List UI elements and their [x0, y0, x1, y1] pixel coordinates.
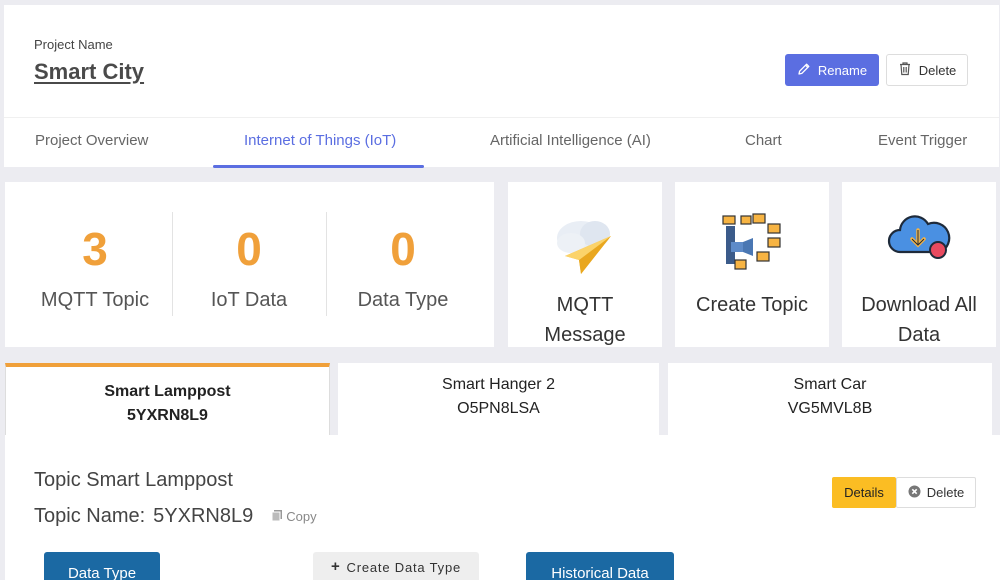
device-tab-smart-lamppost[interactable]: Smart Lamppost 5YXRN8L9 [5, 363, 330, 435]
topic-name-value: 5YXRN8L9 [153, 505, 254, 527]
topic-title: Topic Smart Lamppost [34, 469, 233, 491]
rename-button[interactable]: Rename [785, 54, 879, 86]
create-topic-label: Create Topic [696, 294, 808, 316]
stat-label: IoT Data [210, 289, 288, 311]
mqtt-message-card[interactable]: MQTT Message [508, 182, 662, 347]
project-header: Project Name Smart City Rename Delete Pr… [4, 5, 999, 168]
stat-value: 3 [82, 223, 108, 275]
close-circle-icon [908, 485, 921, 501]
stat-label: MQTT Topic [40, 289, 150, 311]
header-divider [4, 117, 999, 118]
topic-network-icon [721, 212, 783, 279]
mqtt-message-label: MQTT Message [544, 294, 626, 346]
delete-project-button[interactable]: Delete [886, 54, 968, 86]
tab-iot[interactable]: Internet of Things (IoT) [244, 132, 396, 149]
tab-chart[interactable]: Chart [745, 132, 782, 149]
rename-button-label: Rename [817, 62, 868, 78]
cloud-download-icon [886, 212, 952, 265]
delete-topic-label: Delete [926, 485, 965, 500]
delete-topic-button[interactable]: Delete [896, 477, 976, 508]
device-code: VG5MVL8B [787, 400, 873, 417]
copy-icon [271, 509, 283, 525]
device-name: Smart Lamppost [104, 383, 231, 400]
stat-label: Data Type [357, 289, 449, 311]
create-topic-card[interactable]: Create Topic [675, 182, 829, 347]
plus-icon: + [330, 558, 341, 575]
create-data-type-label: Create Data Type [346, 560, 461, 575]
topic-name-row: Topic Name: 5YXRN8L9 Copy [34, 505, 317, 528]
device-name: Smart Car [793, 376, 867, 393]
stat-mqtt-topic: 3 MQTT Topic [15, 182, 175, 347]
data-type-button[interactable]: Data Type [44, 552, 160, 580]
stat-value: 0 [236, 223, 262, 275]
project-name[interactable]: Smart City [34, 59, 144, 85]
stat-iot-data: 0 IoT Data [169, 182, 329, 347]
copy-button[interactable]: Copy [271, 509, 317, 525]
stat-data-type: 0 Data Type [323, 182, 483, 347]
topic-panel: Topic Smart Lamppost Topic Name: 5YXRN8L… [5, 435, 1000, 580]
device-code: O5PN8LSA [457, 400, 540, 417]
device-tab-smart-car[interactable]: Smart Car VG5MVL8B [668, 363, 992, 435]
project-name-label: Project Name [34, 37, 113, 52]
tab-project-overview[interactable]: Project Overview [35, 132, 148, 149]
delete-button-label: Delete [918, 62, 957, 78]
paper-plane-cloud-icon [551, 212, 619, 283]
tab-event-trigger[interactable]: Event Trigger [878, 132, 967, 149]
download-all-data-card[interactable]: Download All Data [842, 182, 996, 347]
create-data-type-button[interactable]: + Create Data Type [313, 552, 479, 580]
tab-ai[interactable]: Artificial Intelligence (AI) [490, 132, 651, 149]
device-name: Smart Hanger 2 [442, 376, 555, 393]
device-tab-smart-hanger-2[interactable]: Smart Hanger 2 O5PN8LSA [338, 363, 659, 435]
topic-name-label: Topic Name: [34, 505, 146, 527]
historical-data-button[interactable]: Historical Data [526, 552, 674, 580]
stat-value: 0 [390, 223, 416, 275]
stats-card: 3 MQTT Topic 0 IoT Data 0 Data Type [5, 182, 494, 347]
pencil-icon [797, 62, 811, 79]
device-code: 5YXRN8L9 [127, 407, 208, 424]
active-tab-indicator [213, 165, 424, 168]
download-all-data-label: Download All Data [861, 294, 977, 346]
trash-icon [898, 61, 912, 79]
copy-label: Copy [286, 509, 317, 524]
details-button[interactable]: Details [832, 477, 896, 508]
